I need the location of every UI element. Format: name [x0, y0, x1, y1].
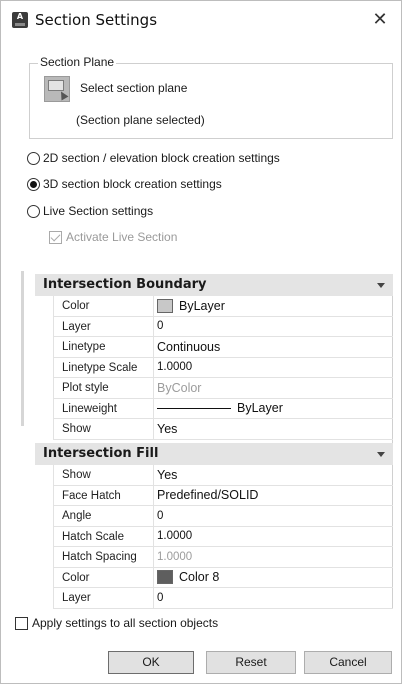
- radio-2d-label: 2D section / elevation block creation se…: [43, 151, 280, 165]
- property-name: Color: [54, 296, 154, 316]
- property-value[interactable]: Yes: [154, 419, 393, 439]
- property-name: Layer: [54, 588, 154, 608]
- intersection-fill-header[interactable]: Intersection Fill: [35, 443, 393, 465]
- reset-button[interactable]: Reset: [206, 651, 296, 674]
- color-swatch: [157, 570, 173, 585]
- property-name: Hatch Scale: [54, 526, 154, 546]
- table-row[interactable]: Show Yes: [53, 465, 393, 486]
- activate-live-section-label: Activate Live Section: [66, 230, 178, 244]
- radio-button-2d[interactable]: [27, 151, 40, 165]
- property-value-text: ByLayer: [179, 298, 225, 313]
- pick-cursor-icon: [57, 89, 69, 101]
- table-row[interactable]: Angle 0: [53, 506, 393, 527]
- properties-grid: Intersection Boundary Color ByLayer Laye…: [35, 274, 393, 609]
- property-value-text: ByLayer: [237, 401, 283, 416]
- plane-icon: [48, 80, 64, 91]
- radio-2d-section[interactable]: 2D section / elevation block creation se…: [27, 149, 280, 167]
- close-button[interactable]: ✕: [367, 7, 393, 33]
- lineweight-line-icon: [157, 407, 231, 409]
- property-name: Show: [54, 465, 154, 485]
- property-name: Linetype: [54, 337, 154, 357]
- property-value[interactable]: 1.0000: [154, 527, 393, 547]
- table-row[interactable]: Face Hatch Predefined/SOLID: [53, 485, 393, 506]
- property-value[interactable]: Yes: [154, 465, 393, 485]
- property-value[interactable]: 0: [154, 506, 393, 526]
- property-value[interactable]: ByLayer: [154, 296, 393, 316]
- table-row[interactable]: Linetype Scale 1.0000: [53, 357, 393, 378]
- property-value[interactable]: Continuous: [154, 337, 393, 357]
- property-value[interactable]: 1.0000: [154, 358, 393, 378]
- table-row: Hatch Spacing 1.0000: [53, 547, 393, 568]
- dialog-title: Section Settings: [35, 11, 158, 29]
- chevron-down-icon: [377, 283, 385, 288]
- radio-3d-section[interactable]: 3D section block creation settings: [27, 175, 222, 193]
- title-bar: Section Settings ✕: [1, 1, 401, 41]
- property-name: Layer: [54, 316, 154, 336]
- table-row[interactable]: Hatch Scale 1.0000: [53, 526, 393, 547]
- property-value[interactable]: 0: [154, 588, 393, 608]
- checkbox-box[interactable]: [15, 616, 28, 630]
- property-value[interactable]: ByLayer: [154, 399, 393, 419]
- table-row[interactable]: Layer 0: [53, 316, 393, 337]
- intersection-fill-title: Intersection Fill: [43, 446, 159, 461]
- property-name: Color: [54, 567, 154, 587]
- property-value: 1.0000: [157, 550, 193, 563]
- activate-live-section-checkbox: Activate Live Section: [49, 230, 177, 244]
- table-row: Plot style ByColor: [53, 378, 393, 399]
- intersection-boundary-title: Intersection Boundary: [43, 277, 207, 292]
- property-value: ByColor: [157, 380, 202, 395]
- radio-button-live[interactable]: [27, 204, 40, 218]
- table-row[interactable]: Show Yes: [53, 419, 393, 440]
- chevron-down-icon: [377, 452, 385, 457]
- apply-to-all-checkbox[interactable]: Apply settings to all section objects: [15, 616, 218, 630]
- intersection-boundary-header[interactable]: Intersection Boundary: [35, 274, 393, 296]
- intersection-fill-rows: Show Yes Face Hatch Predefined/SOLID Ang…: [53, 465, 393, 609]
- radio-live-section[interactable]: Live Section settings: [27, 202, 153, 220]
- table-row[interactable]: Color Color 8: [53, 567, 393, 588]
- property-name: Plot style: [54, 378, 154, 398]
- property-name: Show: [54, 419, 154, 439]
- scrollbar[interactable]: [21, 271, 24, 426]
- property-value-text: Color 8: [179, 570, 220, 585]
- apply-to-all-label: Apply settings to all section objects: [32, 616, 219, 630]
- radio-3d-label: 3D section block creation settings: [43, 177, 222, 191]
- table-row[interactable]: Layer 0: [53, 588, 393, 609]
- property-value[interactable]: Color 8: [154, 568, 393, 588]
- radio-button-3d[interactable]: [27, 177, 40, 191]
- property-value[interactable]: 0: [154, 317, 393, 337]
- section-plane-legend: Section Plane: [38, 55, 117, 69]
- intersection-boundary-rows: Color ByLayer Layer 0 Linetype Continuou…: [53, 296, 393, 440]
- cancel-button[interactable]: Cancel: [304, 651, 392, 674]
- select-section-plane-label: Select section plane: [80, 81, 188, 95]
- property-name: Face Hatch: [54, 485, 154, 505]
- app-icon: [12, 12, 28, 28]
- ok-button[interactable]: OK: [108, 651, 194, 674]
- radio-live-label: Live Section settings: [43, 204, 154, 218]
- section-settings-dialog: Section Settings ✕ Section Plane Select …: [0, 0, 402, 684]
- table-row[interactable]: Lineweight ByLayer: [53, 398, 393, 419]
- checkmark-icon: [49, 230, 62, 244]
- select-section-plane-button[interactable]: [44, 76, 70, 102]
- section-plane-status: (Section plane selected): [76, 113, 205, 127]
- property-value[interactable]: Predefined/SOLID: [154, 486, 393, 506]
- property-name: Hatch Spacing: [54, 547, 154, 567]
- table-row[interactable]: Color ByLayer: [53, 296, 393, 317]
- table-row[interactable]: Linetype Continuous: [53, 337, 393, 358]
- property-name: Angle: [54, 506, 154, 526]
- property-name: Linetype Scale: [54, 357, 154, 377]
- section-plane-group: Section Plane Select section plane (Sect…: [29, 55, 393, 139]
- color-swatch: [157, 298, 173, 313]
- property-name: Lineweight: [54, 398, 154, 418]
